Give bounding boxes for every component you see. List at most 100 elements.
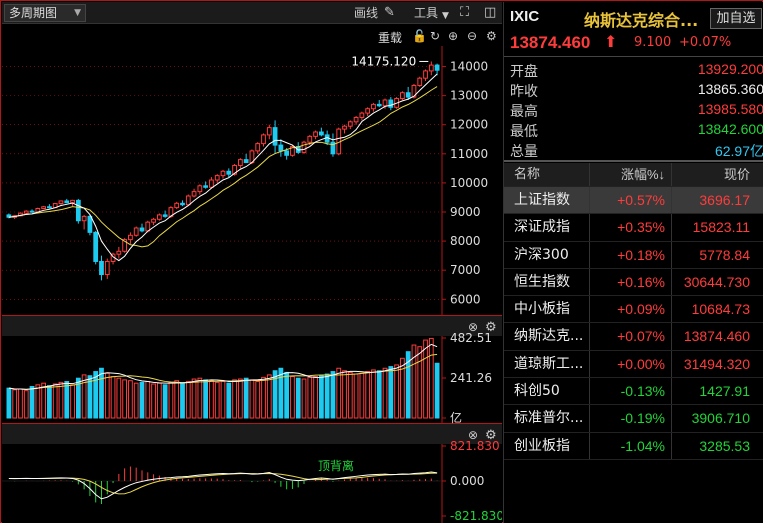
pencil-icon[interactable]: ✎ xyxy=(384,5,395,21)
candle-body xyxy=(388,99,394,108)
candle-body xyxy=(151,218,156,223)
lock-icon[interactable]: 🔓 xyxy=(412,29,427,43)
volume-bar xyxy=(64,381,70,419)
draw-line-button[interactable]: 画线 xyxy=(354,5,378,21)
ma-fast-line xyxy=(8,73,438,262)
volume-bar xyxy=(394,364,399,419)
volume-bar xyxy=(382,367,388,419)
ma-slow-line xyxy=(8,86,438,248)
tools-chevron-down-icon[interactable]: ▼ xyxy=(442,8,449,24)
candle-body xyxy=(353,116,359,123)
index-price: 10684.73 xyxy=(691,301,750,318)
volume-bar xyxy=(423,339,428,419)
candle-body xyxy=(81,215,87,222)
volume-bar xyxy=(174,380,180,419)
stat-label: 昨收 xyxy=(510,84,538,100)
column-header-name[interactable]: 名称 xyxy=(504,163,590,186)
column-header-change-pct[interactable]: 涨幅%↓ xyxy=(590,163,672,186)
index-price: 3906.710 xyxy=(691,410,750,427)
candle-body xyxy=(237,159,243,166)
restore-window-icon[interactable]: ◫ xyxy=(484,5,496,21)
fullscreen-icon[interactable]: ⛶ xyxy=(460,5,469,21)
stat-row: 最高 13985.580 xyxy=(504,99,763,120)
candle-body xyxy=(41,206,46,210)
volume-bar xyxy=(249,379,255,419)
candle-body xyxy=(128,234,133,241)
volume-bar xyxy=(220,381,226,419)
tools-button[interactable]: 工具 xyxy=(414,5,438,21)
table-row[interactable]: 道琼斯工... +0.00% 31494.320 xyxy=(504,350,763,379)
stat-label: 最高 xyxy=(510,104,538,120)
candle-body xyxy=(58,200,64,205)
index-name: 沪深300 xyxy=(504,241,590,268)
stat-value: 62.97亿 xyxy=(714,143,763,159)
table-row[interactable]: 创业板指 -1.04% 3285.53 xyxy=(504,432,763,460)
chart-pane: 多周期图 ▼ 画线 ✎ 工具 ▼ ⛶ ◫ 重载 🔓 ↻ ⊕ ⊖ ⚙ 14000 1… xyxy=(2,2,502,523)
candle-body xyxy=(139,227,145,232)
candle-body xyxy=(156,214,162,220)
column-header-price[interactable]: 现价 xyxy=(672,163,750,186)
candle-body xyxy=(64,200,70,204)
candle-body xyxy=(400,92,405,100)
volume-bar xyxy=(110,376,116,419)
table-row[interactable]: 恒生指数 +0.16% 30644.730 xyxy=(504,268,763,297)
volume-chart[interactable]: ⊗ ⚙482.51241.26亿 xyxy=(2,316,502,424)
volume-bar xyxy=(226,382,232,419)
volume-bar xyxy=(133,382,139,419)
table-row[interactable]: 深证成指 +0.35% 15823.11 xyxy=(504,214,763,242)
stat-value: 13865.360 xyxy=(697,81,763,97)
volume-bar xyxy=(301,378,307,419)
volume-bar xyxy=(336,367,342,419)
last-price: 13874.460 xyxy=(510,33,591,52)
table-row[interactable]: 标准普尔... -0.19% 3906.710 xyxy=(504,405,763,433)
settings-gear-icon[interactable]: ⚙ xyxy=(486,29,497,43)
volume-bar xyxy=(52,383,58,419)
volume-bar xyxy=(330,371,336,419)
volume-bar xyxy=(6,387,12,419)
candle-body xyxy=(347,121,353,127)
table-row[interactable]: 上证指数 +0.57% 3696.17 xyxy=(504,187,763,215)
price-tick-label: 8000 xyxy=(450,234,481,248)
volume-bar xyxy=(209,380,214,419)
candle-body xyxy=(307,135,313,143)
index-change-pct: -0.19% xyxy=(590,405,672,432)
candle-body xyxy=(376,103,382,107)
volume-bar xyxy=(93,371,99,419)
price-candlestick-chart[interactable]: 14000 13000 12000 11000 10000 9000 8000 7000 600… xyxy=(2,46,502,316)
volume-bar xyxy=(214,381,220,419)
volume-bar xyxy=(417,346,423,419)
table-row[interactable]: 科创50 -0.13% 1427.91 xyxy=(504,378,763,406)
candle-body xyxy=(99,260,104,276)
candle-body xyxy=(284,150,290,156)
volume-tick-label: 482.51 xyxy=(450,331,492,345)
add-favorite-button[interactable]: 加自选 xyxy=(710,8,762,29)
candle-body xyxy=(203,185,209,188)
table-row[interactable]: 中小板指 +0.09% 10684.73 xyxy=(504,296,763,324)
price-tick-label: 11000 xyxy=(450,147,488,161)
volume-bar xyxy=(191,378,197,419)
index-price: 31494.320 xyxy=(683,355,750,372)
reset-button[interactable]: 重载 xyxy=(378,29,402,46)
volume-bar xyxy=(151,383,156,419)
macd-chart[interactable]: ⊗ ⚙顶背离821.8300.000-821.830 xyxy=(2,424,502,523)
table-row[interactable]: 沪深300 +0.18% 5778.84 xyxy=(504,241,763,269)
volume-bar xyxy=(122,379,128,419)
zoom-in-icon[interactable]: ⊕ xyxy=(448,29,458,43)
stat-row: 昨收 13865.360 xyxy=(504,79,763,100)
refresh-icon[interactable]: ↻ xyxy=(430,29,440,43)
period-select[interactable]: 多周期图 ▼ xyxy=(4,4,86,22)
candle-body xyxy=(226,170,232,175)
table-row[interactable]: 纳斯达克... +0.07% 13874.460 xyxy=(504,323,763,351)
zoom-out-icon[interactable]: ⊖ xyxy=(467,29,477,43)
symbol-code: IXIC xyxy=(510,8,540,25)
volume-tick-label: 241.26 xyxy=(450,371,492,385)
candle-body xyxy=(371,103,376,110)
index-name: 深证成指 xyxy=(504,214,590,241)
volume-bar xyxy=(434,362,440,419)
candle-body xyxy=(301,141,307,153)
candle-body xyxy=(93,231,99,262)
divergence-annotation: 顶背离 xyxy=(318,458,354,473)
quote-panel: IXIC 纳斯达克综合... 加自选 13874.460 ⬆ 9.100 +0.… xyxy=(503,2,763,523)
volume-bar xyxy=(128,380,133,419)
stat-label: 最低 xyxy=(510,124,538,140)
